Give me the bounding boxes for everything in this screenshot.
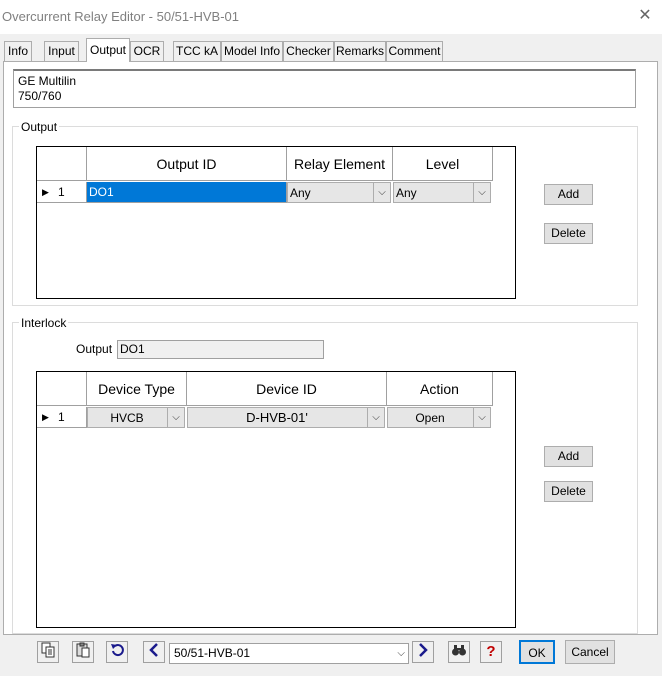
action-value: Open [415, 411, 445, 425]
tab-checker[interactable]: Checker [283, 41, 334, 61]
next-icon[interactable] [412, 641, 434, 663]
column-header-device-id[interactable]: Device ID [187, 372, 387, 406]
table-row-header[interactable]: ▶ 1 [37, 182, 87, 203]
current-row-icon: ▶ [42, 187, 49, 197]
chevron-down-icon[interactable]: ⌵ [473, 408, 490, 427]
tab-remarks[interactable]: Remarks [334, 41, 386, 61]
output-add-button[interactable]: Add [544, 184, 593, 205]
output-delete-button[interactable]: Delete [544, 223, 593, 244]
tab-model-info[interactable]: Model Info [221, 41, 283, 61]
window-title: Overcurrent Relay Editor - 50/51-HVB-01 [2, 9, 239, 24]
output-grid[interactable]: Output ID Relay Element Level ▶ 1 DO1 An… [36, 146, 516, 299]
previous-icon[interactable] [143, 641, 165, 663]
column-header-relay-element[interactable]: Relay Element [287, 147, 393, 181]
cancel-button[interactable]: Cancel [565, 640, 615, 664]
chevron-down-icon[interactable]: ⌵ [373, 183, 390, 202]
title-bar: Overcurrent Relay Editor - 50/51-HVB-01 … [0, 0, 662, 34]
column-header-device-type[interactable]: Device Type [87, 372, 187, 406]
table-row-header[interactable]: ▶ 1 [37, 407, 87, 428]
column-header-action[interactable]: Action [387, 372, 493, 406]
relay-navigator-value: 50/51-HVB-01 [174, 646, 251, 660]
row-number: 1 [58, 185, 65, 199]
copy-icon[interactable] [37, 641, 59, 663]
paste-icon[interactable] [72, 641, 94, 663]
interlock-output-label: Output [76, 342, 113, 356]
find-icon[interactable] [448, 641, 470, 663]
interlock-grid[interactable]: Device Type Device ID Action ▶ 1 HVCB ⌵ … [36, 371, 516, 628]
chevron-down-icon[interactable]: ⌵ [367, 408, 384, 427]
level-value: Any [396, 186, 417, 200]
tab-tcc-ka[interactable]: TCC kA [173, 41, 221, 61]
relay-model: 750/760 [18, 89, 62, 103]
chevron-down-icon[interactable]: ⌵ [167, 408, 184, 427]
relay-manufacturer: GE Multilin [18, 74, 77, 88]
row-number: 1 [58, 410, 65, 424]
current-row-icon: ▶ [42, 412, 49, 422]
level-combo[interactable]: Any ⌵ [393, 182, 491, 203]
device-id-combo[interactable]: D-HVB-01' ⌵ [187, 407, 385, 428]
chevron-down-icon[interactable]: ⌵ [397, 644, 405, 663]
output-id-cell[interactable]: DO1 [87, 182, 287, 203]
relay-element-value: Any [290, 186, 311, 200]
interlock-output-field[interactable]: DO1 [117, 340, 324, 359]
column-header-output-id[interactable]: Output ID [87, 147, 287, 181]
relay-element-combo[interactable]: Any ⌵ [287, 182, 391, 203]
action-combo[interactable]: Open ⌵ [387, 407, 491, 428]
row-header-corner [37, 372, 87, 406]
chevron-down-icon[interactable]: ⌵ [473, 183, 490, 202]
device-type-value: HVCB [110, 411, 144, 425]
tab-ocr[interactable]: OCR [130, 41, 164, 61]
tab-comment[interactable]: Comment [386, 41, 443, 61]
interlock-delete-button[interactable]: Delete [544, 481, 593, 502]
device-type-combo[interactable]: HVCB ⌵ [87, 407, 185, 428]
row-header-corner [37, 147, 87, 181]
relay-navigator-combo[interactable]: 50/51-HVB-01 ⌵ [169, 643, 409, 664]
ok-button[interactable]: OK [519, 640, 555, 664]
undo-icon[interactable] [106, 641, 128, 663]
device-id-value: D-HVB-01' [246, 410, 308, 425]
column-header-level[interactable]: Level [393, 147, 493, 181]
tab-info[interactable]: Info [4, 41, 32, 61]
interlock-group-label: Interlock [19, 316, 69, 330]
output-group-label: Output [19, 120, 60, 134]
help-icon[interactable]: ? [480, 641, 502, 663]
tab-output[interactable]: Output [86, 38, 130, 62]
tab-input[interactable]: Input [44, 41, 79, 61]
interlock-add-button[interactable]: Add [544, 446, 593, 467]
relay-model-box: GE Multilin 750/760 [13, 69, 636, 108]
close-icon[interactable]: ✕ [632, 5, 658, 27]
